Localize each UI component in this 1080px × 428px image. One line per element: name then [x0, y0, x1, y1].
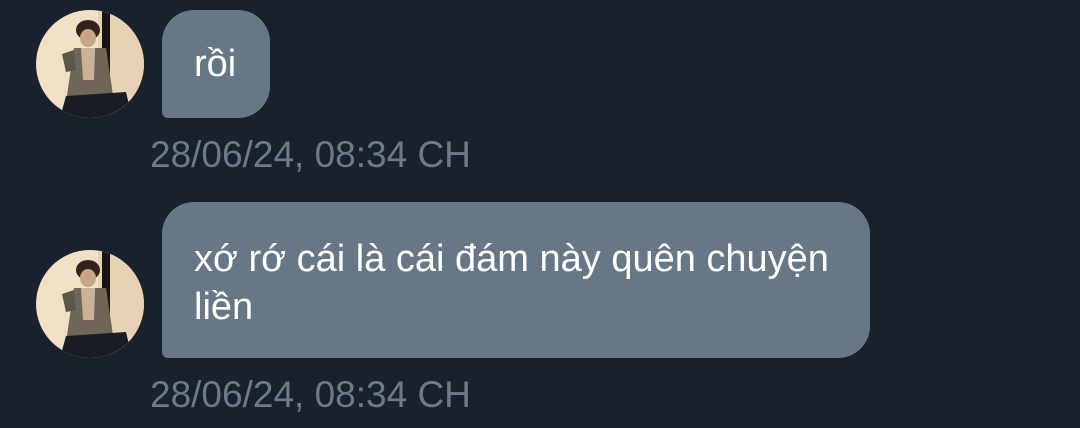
avatar[interactable] [36, 10, 144, 118]
message-bubble[interactable]: xớ rớ cái là cái đám này quên chuyện liề… [162, 202, 870, 358]
message-text: rồi [194, 43, 237, 85]
avatar-photo [36, 250, 144, 358]
message-bubble[interactable]: rồi [162, 10, 270, 118]
message-timestamp: 28/06/24, 08:34 CH [150, 374, 471, 415]
avatar[interactable] [36, 250, 144, 358]
message-timestamp: 28/06/24, 08:34 CH [150, 134, 471, 175]
message-text: xớ rớ cái là cái đám này quên chuyện liề… [194, 238, 829, 328]
avatar-photo [36, 10, 144, 118]
